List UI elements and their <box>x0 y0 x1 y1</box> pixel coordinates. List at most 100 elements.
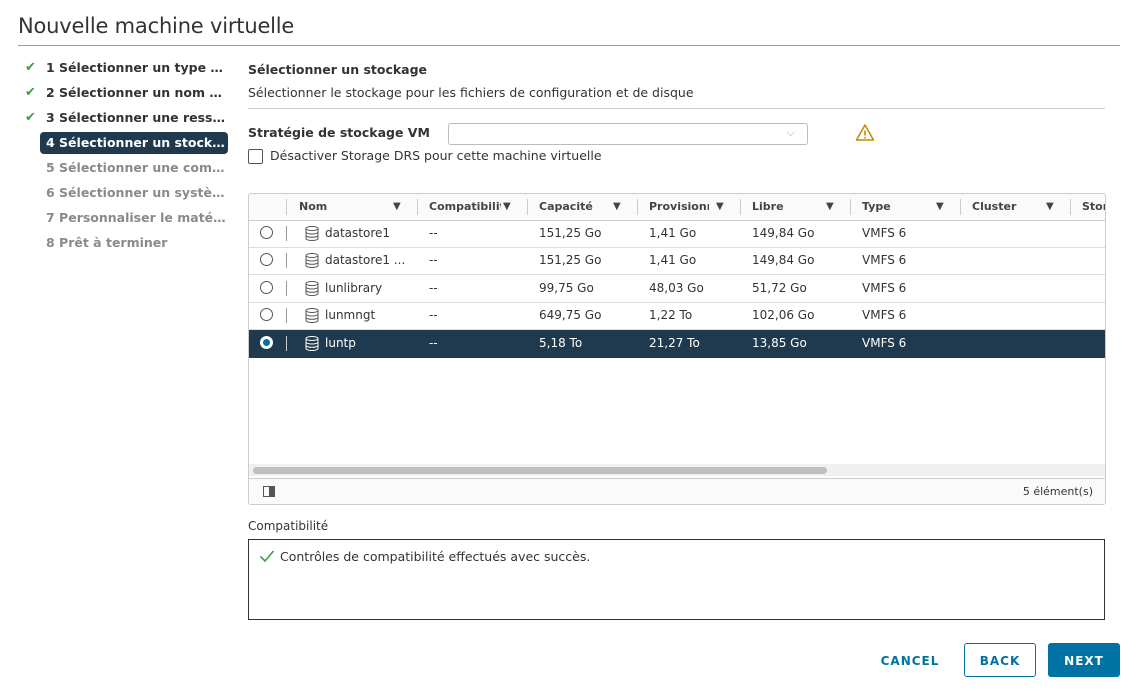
step-label: 3 Sélectionner une ressour... <box>46 110 230 125</box>
cell-cluster <box>972 275 1067 302</box>
datastore-icon <box>305 281 319 296</box>
cell-capacity: 151,25 Go <box>539 253 602 267</box>
wizard-title: Nouvelle machine virtuelle <box>18 14 295 38</box>
section-title: Sélectionner un stockage <box>248 62 428 77</box>
step-label: 1 Sélectionner un type de c... <box>46 60 230 75</box>
column-separator <box>1070 199 1071 215</box>
cell-cluster <box>972 220 1067 247</box>
cell-compatibility: -- <box>429 281 438 295</box>
cell-free: 102,06 Go <box>752 308 815 322</box>
cell-capacity: 99,75 Go <box>539 281 594 295</box>
scrollbar-thumb[interactable] <box>253 467 827 474</box>
step-3[interactable]: ✔ 3 Sélectionner une ressour... <box>22 107 232 132</box>
chevron-down-icon: ⌵ <box>786 126 795 139</box>
storage-policy-select[interactable]: ⌵ <box>448 123 808 145</box>
table-row[interactable]: luntp -- 5,18 To 21,27 To 13,85 Go VMFS 6 <box>249 330 1105 358</box>
cancel-button[interactable]: CANCEL <box>866 644 954 678</box>
step-6: 6 Sélectionner un système ... <box>22 182 232 207</box>
column-header-storage[interactable]: Stor <box>1082 194 1105 220</box>
column-separator <box>637 199 638 215</box>
filter-icon[interactable]: ▼ <box>1046 194 1054 220</box>
check-icon: ✔ <box>25 60 36 75</box>
filter-icon[interactable]: ▼ <box>613 194 621 220</box>
compatibility-message: Contrôles de compatibilité effectués ave… <box>280 549 591 564</box>
cell-name: lunmngt <box>325 308 376 322</box>
datastore-icon <box>305 253 319 268</box>
cell-compatibility: -- <box>429 336 438 350</box>
row-separator <box>286 308 287 323</box>
column-header-free[interactable]: Libre <box>752 194 824 220</box>
cell-compatibility: -- <box>429 308 438 322</box>
cell-free: 149,84 Go <box>752 226 815 240</box>
wizard-steps: ✔ 1 Sélectionner un type de c... ✔ 2 Sél… <box>22 57 232 257</box>
compatibility-panel: Contrôles de compatibilité effectués ave… <box>248 539 1105 620</box>
cell-provisioned: 48,03 Go <box>649 281 704 295</box>
check-icon: ✔ <box>25 110 36 125</box>
column-header-capacity[interactable]: Capacité <box>539 194 611 220</box>
row-radio[interactable] <box>260 253 273 266</box>
cell-capacity: 649,75 Go <box>539 308 602 322</box>
compatibility-label: Compatibilité <box>248 519 329 533</box>
cell-name: luntp <box>325 336 356 350</box>
cell-name: datastore1 <box>325 226 391 240</box>
section-description: Sélectionner le stockage pour les fichie… <box>248 85 694 100</box>
row-radio[interactable] <box>260 226 273 239</box>
cell-free: 13,85 Go <box>752 336 807 350</box>
column-header-name[interactable]: Nom <box>299 194 389 220</box>
filter-icon[interactable]: ▼ <box>503 194 511 220</box>
grid-header: Nom ▼ Compatibilit ▼ Capacité ▼ Provisio… <box>249 194 1105 221</box>
step-1[interactable]: ✔ 1 Sélectionner un type de c... <box>22 57 232 82</box>
next-button[interactable]: NEXT <box>1048 643 1120 677</box>
row-separator <box>286 253 287 268</box>
cell-free: 149,84 Go <box>752 253 815 267</box>
table-row[interactable]: lunlibrary -- 99,75 Go 48,03 Go 51,72 Go VMFS… <box>249 275 1105 303</box>
item-count: 5 élément(s) <box>1022 485 1093 498</box>
step-7: 7 Personnaliser le matériel <box>22 207 232 232</box>
cell-type: VMFS 6 <box>862 226 907 240</box>
step-5: 5 Sélectionner une compat... <box>22 157 232 182</box>
filter-icon[interactable]: ▼ <box>826 194 834 220</box>
cell-type: VMFS 6 <box>862 253 907 267</box>
table-row[interactable]: datastore1 ... -- 151,25 Go 1,41 Go 149,84 G… <box>249 247 1105 275</box>
column-header-type[interactable]: Type <box>862 194 934 220</box>
column-toggle-icon[interactable] <box>263 486 275 497</box>
step-4[interactable]: 4 Sélectionner un stockage <box>22 132 232 157</box>
cell-compatibility: -- <box>429 253 438 267</box>
datastore-icon <box>305 336 319 351</box>
grid-footer: 5 élément(s) <box>249 478 1105 504</box>
step-label: 6 Sélectionner un système ... <box>46 185 230 200</box>
row-radio[interactable] <box>260 308 273 321</box>
cell-free: 51,72 Go <box>752 281 807 295</box>
step-label: 4 Sélectionner un stockage <box>40 132 228 154</box>
horizontal-scrollbar[interactable] <box>249 464 1105 476</box>
row-separator <box>286 336 287 351</box>
cell-type: VMFS 6 <box>862 336 907 350</box>
column-separator <box>527 199 528 215</box>
row-separator <box>286 281 287 296</box>
datastore-grid: Nom ▼ Compatibilit ▼ Capacité ▼ Provisio… <box>248 193 1106 505</box>
disable-drs-checkbox[interactable] <box>248 149 263 164</box>
back-button[interactable]: BACK <box>964 643 1036 677</box>
cell-name: lunlibrary <box>325 281 383 295</box>
cell-cluster <box>972 302 1067 329</box>
column-separator <box>850 199 851 215</box>
table-row[interactable]: lunmngt -- 649,75 Go 1,22 To 102,06 Go VMFS 6 <box>249 302 1105 330</box>
step-label: 2 Sélectionner un nom et u... <box>46 85 230 100</box>
step-2[interactable]: ✔ 2 Sélectionner un nom et u... <box>22 82 232 107</box>
row-radio[interactable] <box>260 281 273 294</box>
table-row[interactable]: datastore1 -- 151,25 Go 1,41 Go 149,84 Go VMF… <box>249 220 1105 248</box>
column-header-cluster[interactable]: Cluster <box>972 194 1044 220</box>
cell-provisioned: 1,41 Go <box>649 253 697 267</box>
cell-provisioned: 1,22 To <box>649 308 693 322</box>
row-radio[interactable] <box>260 336 273 349</box>
filter-icon[interactable]: ▼ <box>936 194 944 220</box>
warning-icon <box>855 124 875 141</box>
column-header-provisioned[interactable]: Provisionn <box>649 194 709 220</box>
cell-name: datastore1 ... <box>325 253 406 267</box>
cell-provisioned: 1,41 Go <box>649 226 697 240</box>
cell-type: VMFS 6 <box>862 281 907 295</box>
column-header-compat[interactable]: Compatibilit <box>429 194 501 220</box>
column-separator <box>960 199 961 215</box>
filter-icon[interactable]: ▼ <box>393 194 401 220</box>
filter-icon[interactable]: ▼ <box>716 194 724 220</box>
